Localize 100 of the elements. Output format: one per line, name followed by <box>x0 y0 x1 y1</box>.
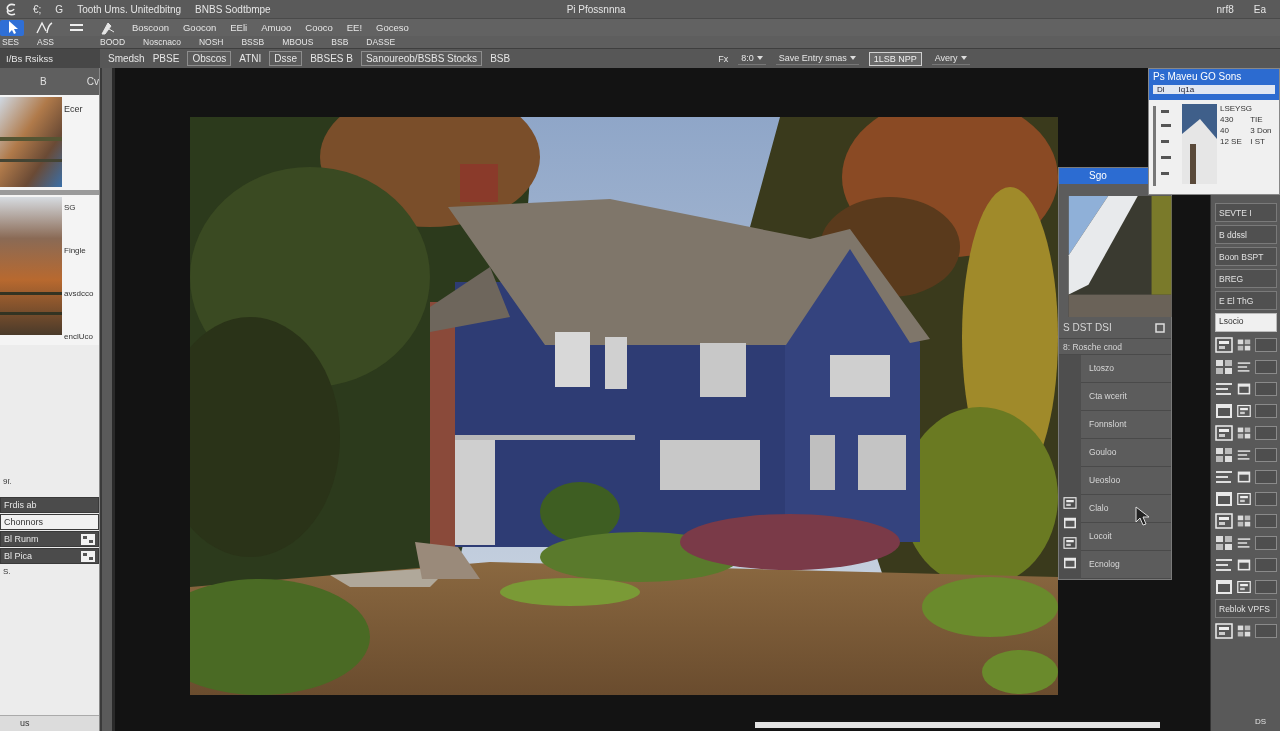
input-field[interactable] <box>1255 623 1277 638</box>
input-field[interactable] <box>1255 469 1277 484</box>
grid-icon <box>1237 425 1251 440</box>
layer-row[interactable]: Ueosloo <box>1081 467 1171 495</box>
input-field[interactable] <box>1255 425 1277 440</box>
layer-row[interactable]: Ecnolog <box>1081 551 1171 579</box>
info-text: BSB <box>331 37 349 47</box>
menu-item[interactable]: Cooco <box>305 22 333 33</box>
menu-item[interactable]: Amuoo <box>261 22 292 33</box>
option-label: BBSES B <box>310 53 353 64</box>
thumbnail-label: Ecer <box>64 104 84 114</box>
panel-button[interactable]: B ddssl <box>1215 225 1277 244</box>
lines-icon <box>1215 380 1233 397</box>
menu-item[interactable]: Dl <box>1157 85 1165 94</box>
layer-row[interactable]: Cta wcerit <box>1081 383 1171 411</box>
layer-row[interactable]: Fonnslont <box>1081 411 1171 439</box>
menu-item[interactable]: G <box>55 3 64 15</box>
dropdown[interactable]: Avery <box>931 52 970 65</box>
thumbnail-label: enclUco <box>64 332 94 341</box>
lines-icon <box>1215 556 1233 573</box>
window-icon <box>1237 557 1251 572</box>
panel-button[interactable]: BREG <box>1215 269 1277 288</box>
option-label: Smedsh <box>108 53 145 64</box>
input-field[interactable] <box>1255 557 1277 572</box>
info-text: MBOUS <box>282 37 314 47</box>
layer-row[interactable]: Ltoszo <box>1081 355 1171 383</box>
info-text: DASSE <box>366 37 396 47</box>
input-field[interactable] <box>1255 337 1277 352</box>
layer-row[interactable]: Bl Pica <box>0 548 99 564</box>
menu-item[interactable]: Goceso <box>376 22 409 33</box>
layer-row[interactable]: Chonnors <box>0 514 99 530</box>
layer-name: Frdis ab <box>4 500 37 510</box>
adjustment-icon <box>81 550 95 562</box>
dropdown[interactable]: 8:0 <box>738 52 766 65</box>
panel-label: I ST <box>1250 137 1266 146</box>
menu-item[interactable]: BNBS Sodtbmpe <box>195 3 271 15</box>
menu-item[interactable]: Goocon <box>183 22 217 33</box>
menu-item[interactable]: Tooth Ums. Unitedbitng <box>77 3 182 15</box>
curve-icon <box>35 20 53 35</box>
frame-icon <box>1215 622 1233 639</box>
option-button[interactable]: 1LSB NPP <box>868 51 922 66</box>
input-field[interactable] <box>1255 513 1277 528</box>
grid-icon <box>1215 358 1233 375</box>
scrollbar-track[interactable] <box>100 68 115 731</box>
option-field[interactable]: Obscos <box>187 51 232 66</box>
frame-icon <box>1237 403 1251 418</box>
caret-icon <box>960 56 967 60</box>
input-field[interactable]: Lsocio <box>1215 313 1277 332</box>
panel-title: Ps Maveu GO Sons <box>1153 71 1243 82</box>
panel-button[interactable]: E El ThG <box>1215 291 1277 310</box>
panel-tab[interactable]: B <box>40 76 47 87</box>
panel-button[interactable]: Reblok VPFS <box>1215 599 1277 618</box>
panel-tab[interactable]: Cv <box>86 76 99 87</box>
input-field[interactable] <box>1255 381 1277 396</box>
grid-icon <box>1237 623 1251 638</box>
layer-row[interactable]: Bl Runm <box>0 531 99 547</box>
horizontal-scrollbar[interactable] <box>755 722 1160 728</box>
grid-icon <box>1237 337 1251 352</box>
menu-item[interactable]: Iq1a <box>1178 85 1195 94</box>
menu-item[interactable]: nrf8 <box>1216 3 1234 15</box>
panel-label: 40 <box>1220 126 1230 135</box>
pen-icon <box>99 20 117 35</box>
layer-row[interactable]: Frdis ab <box>0 497 99 513</box>
grid-icon <box>1215 446 1233 463</box>
frame-icon <box>1063 497 1077 509</box>
note-text: 9ſ. <box>3 477 12 486</box>
input-field[interactable] <box>1255 403 1277 418</box>
panel-button[interactable]: Boon BSPT <box>1215 247 1277 266</box>
option-field[interactable]: Sanoureob/BSBS Stocks <box>360 51 483 66</box>
info-text: NOSH <box>198 37 224 47</box>
option-label: Fx <box>718 53 729 64</box>
caret-icon <box>849 56 856 60</box>
adjustment-icon <box>81 533 95 545</box>
menu-item[interactable]: Boscoon <box>132 22 169 33</box>
tool-button[interactable] <box>0 19 24 36</box>
window-icon <box>1237 381 1251 396</box>
option-label: PBSE <box>152 53 180 64</box>
layer-name: Bl Runm <box>4 534 39 544</box>
input-field[interactable] <box>1255 535 1277 550</box>
info-text: Noscnaco <box>143 37 181 47</box>
layer-row[interactable]: Gouloo <box>1081 439 1171 467</box>
panel-label: 12 SE <box>1220 137 1243 146</box>
dropdown[interactable]: Save Entry smas <box>775 52 859 65</box>
menu-item[interactable]: Ea <box>1253 3 1266 15</box>
panel-button[interactable]: SEVTE I <box>1215 203 1277 222</box>
frame-icon <box>1215 424 1233 441</box>
input-field[interactable] <box>1255 359 1277 374</box>
window-icon <box>1063 517 1077 529</box>
panel-title: Sgo <box>1059 168 1149 184</box>
info-text: BSSB <box>241 37 265 47</box>
frame-icon <box>1063 537 1077 549</box>
option-field[interactable]: Dsse <box>269 51 303 66</box>
input-field[interactable] <box>1255 491 1277 506</box>
frame-icon <box>1237 491 1251 506</box>
menu-item[interactable]: EE! <box>346 22 363 33</box>
option-label: ATNI <box>239 53 262 64</box>
menu-item[interactable]: €; <box>33 3 42 15</box>
menu-item[interactable]: EEli <box>230 22 248 33</box>
input-field[interactable] <box>1255 579 1277 594</box>
input-field[interactable] <box>1255 447 1277 462</box>
